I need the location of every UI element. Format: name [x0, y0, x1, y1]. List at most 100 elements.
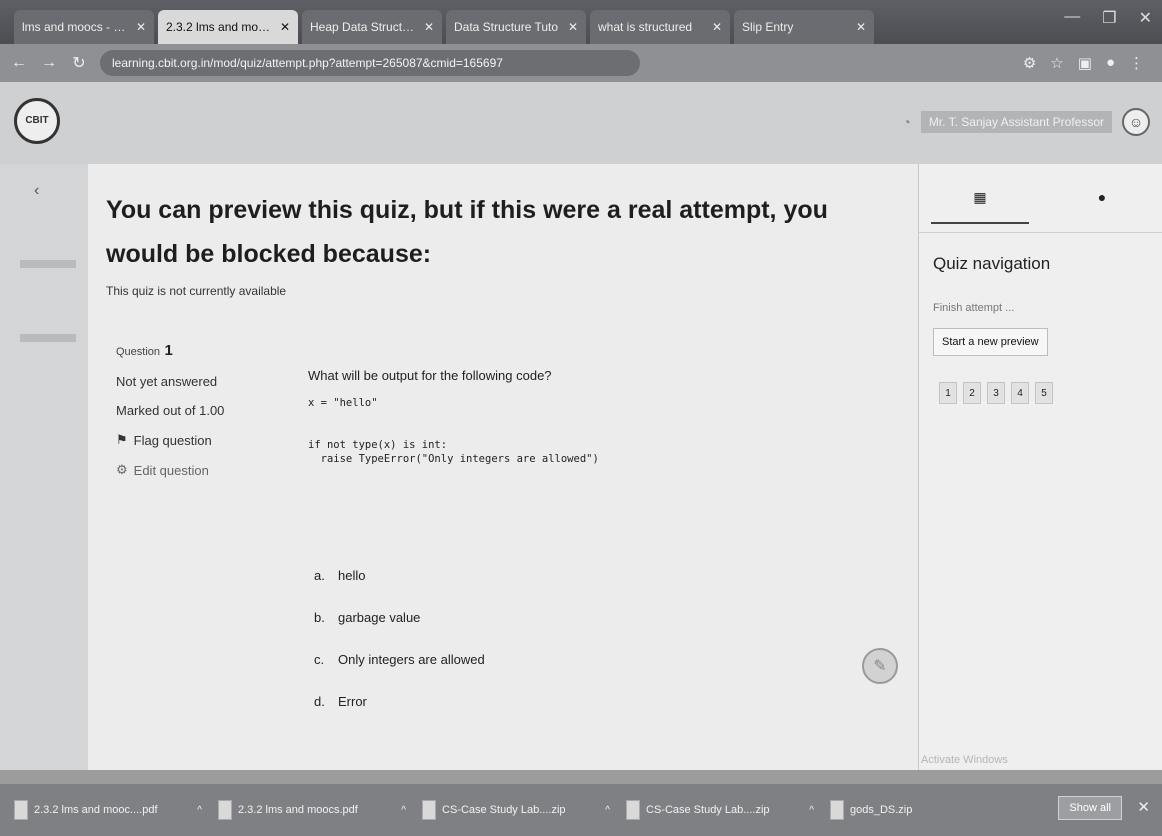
flag-icon: ⚑	[116, 432, 128, 447]
answer-text: garbage value	[338, 610, 421, 625]
extension-icon[interactable]: ⚙	[1023, 54, 1036, 72]
code-block: x = "hello" if not type(x) is int: raise…	[308, 397, 599, 465]
answer-letter: b.	[314, 610, 325, 625]
chevron-up-icon[interactable]: ^	[401, 805, 406, 816]
file-icon	[218, 800, 232, 820]
reload-icon[interactable]: ↻	[70, 53, 88, 73]
question-number: 1	[164, 342, 173, 359]
close-window-icon[interactable]: ✕	[1139, 8, 1152, 28]
tab-title: Slip Entry	[742, 20, 794, 34]
answer-option-c[interactable]: c. Only integers are allowed	[314, 652, 485, 694]
url-input[interactable]: learning.cbit.org.in/mod/quiz/attempt.ph…	[100, 50, 640, 76]
bookmark-star-icon[interactable]: ☆	[1050, 54, 1063, 72]
menu-dots-icon[interactable]: ⋮	[1129, 54, 1144, 72]
answer-option-a[interactable]: a. hello	[314, 568, 485, 610]
notification-icon[interactable]: ◔	[902, 114, 910, 130]
window-controls: — ❐ ✕	[1064, 8, 1152, 28]
answer-letter: a.	[314, 568, 325, 583]
close-icon[interactable]: ✕	[856, 20, 866, 34]
user-name[interactable]: Mr. T. Sanjay Assistant Professor	[920, 111, 1112, 133]
main-content: You can preview this quiz, but if this w…	[88, 164, 918, 770]
flag-question-link[interactable]: ⚑ Flag question	[116, 432, 276, 448]
close-icon[interactable]: ✕	[136, 20, 146, 34]
right-drawer: ▦ ● Quiz navigation Finish attempt ... S…	[918, 164, 1162, 770]
download-item[interactable]: CS-Case Study Lab....zip ^	[422, 793, 610, 827]
browser-tab[interactable]: what is structured ✕	[590, 10, 730, 44]
question-nav-button[interactable]: 2	[963, 382, 981, 404]
browser-tab[interactable]: Data Structure Tuto ✕	[446, 10, 586, 44]
start-new-preview-button[interactable]: Start a new preview	[933, 328, 1048, 356]
edit-pencil-button[interactable]: ✎	[862, 648, 898, 684]
forward-arrow-icon[interactable]: →	[40, 54, 58, 72]
question-nav-buttons: 1 2 3 4 5	[939, 382, 1053, 404]
download-name: 2.3.2 lms and mooc....pdf	[34, 804, 158, 816]
chevron-up-icon[interactable]: ^	[809, 805, 814, 816]
tab-title: lms and moocs - em	[22, 20, 130, 34]
gear-icon: ⚙	[116, 462, 128, 477]
answer-option-b[interactable]: b. garbage value	[314, 610, 485, 652]
file-icon	[422, 800, 436, 820]
question-info: Question 1 Not yet answered Marked out o…	[116, 342, 276, 478]
close-icon[interactable]: ✕	[424, 20, 434, 34]
pencil-icon: ✎	[873, 658, 887, 675]
drawer-tabs: ▦ ●	[919, 164, 1162, 230]
close-icon[interactable]: ✕	[1137, 798, 1150, 816]
address-bar: ← → ↻ learning.cbit.org.in/mod/quiz/atte…	[0, 44, 1162, 82]
browser-tab[interactable]: Slip Entry ✕	[734, 10, 874, 44]
college-logo[interactable]: CBIT	[14, 98, 60, 144]
download-name: 2.3.2 lms and moocs.pdf	[238, 804, 358, 816]
grid-icon: ▦	[973, 188, 987, 205]
download-name: CS-Case Study Lab....zip	[442, 804, 566, 816]
profile-icon[interactable]: ●	[1106, 54, 1115, 72]
minimize-icon[interactable]: —	[1064, 8, 1080, 28]
tab-title: Data Structure Tuto	[454, 20, 559, 34]
answer-text: Only integers are allowed	[338, 652, 485, 667]
file-icon	[14, 800, 28, 820]
chevron-up-icon[interactable]: ^	[197, 805, 202, 816]
tab-title: what is structured	[598, 20, 693, 34]
close-icon[interactable]: ✕	[568, 20, 578, 34]
page-bottom	[0, 770, 1162, 784]
comment-icon: ●	[1097, 189, 1107, 205]
question-nav-button[interactable]: 5	[1035, 382, 1053, 404]
question-status: Not yet answered	[116, 374, 218, 389]
question-nav-button[interactable]: 4	[1011, 382, 1029, 404]
reader-icon[interactable]: ▣	[1078, 54, 1092, 72]
close-icon[interactable]: ✕	[280, 20, 290, 34]
answer-option-d[interactable]: d. Error	[314, 694, 485, 736]
question-label: Question	[116, 346, 161, 358]
preview-blocked-message: You can preview this quiz, but if this w…	[106, 196, 828, 268]
browser-tab[interactable]: lms and moocs - em ✕	[14, 10, 154, 44]
answer-text: Error	[338, 694, 367, 709]
back-arrow-icon[interactable]: ←	[10, 54, 28, 72]
download-item[interactable]: 2.3.2 lms and mooc....pdf ^	[14, 793, 202, 827]
tab-quiz-navigation[interactable]: ▦	[919, 164, 1041, 230]
question-nav-button[interactable]: 3	[987, 382, 1005, 404]
user-menu[interactable]: ◔ Mr. T. Sanjay Assistant Professor ☺	[902, 108, 1150, 136]
chevron-left-icon[interactable]: ‹	[34, 182, 39, 200]
tab-messages[interactable]: ●	[1041, 164, 1162, 230]
activate-windows-watermark: Activate Windows	[921, 754, 1008, 766]
finish-attempt-link[interactable]: Finish attempt ...	[933, 302, 1014, 314]
site-header: CBIT ◔ Mr. T. Sanjay Assistant Professor…	[0, 82, 1162, 164]
drawer-item[interactable]	[20, 260, 76, 268]
answer-letter: d.	[314, 694, 325, 709]
download-item[interactable]: 2.3.2 lms and moocs.pdf ^	[218, 793, 406, 827]
edit-question-label: Edit question	[133, 462, 209, 478]
file-icon	[626, 800, 640, 820]
drawer-item[interactable]	[20, 334, 76, 342]
question-nav-button[interactable]: 1	[939, 382, 957, 404]
close-icon[interactable]: ✕	[712, 20, 722, 34]
edit-question-link[interactable]: ⚙ Edit question	[116, 462, 276, 478]
maximize-icon[interactable]: ❐	[1102, 8, 1116, 28]
browser-tab-active[interactable]: 2.3.2 lms and moocs ✕	[158, 10, 298, 44]
show-all-downloads-button[interactable]: Show all	[1058, 796, 1122, 820]
avatar[interactable]: ☺	[1122, 108, 1150, 136]
quiz-navigation-title: Quiz navigation	[933, 254, 1051, 273]
chevron-up-icon[interactable]: ^	[605, 805, 610, 816]
download-name: gods_DS.zip	[850, 804, 913, 816]
download-item[interactable]: gods_DS.zip	[830, 793, 950, 827]
download-item[interactable]: CS-Case Study Lab....zip ^	[626, 793, 814, 827]
browser-tab[interactable]: Heap Data Structure ✕	[302, 10, 442, 44]
unavailable-reason: This quiz is not currently available	[106, 284, 287, 298]
